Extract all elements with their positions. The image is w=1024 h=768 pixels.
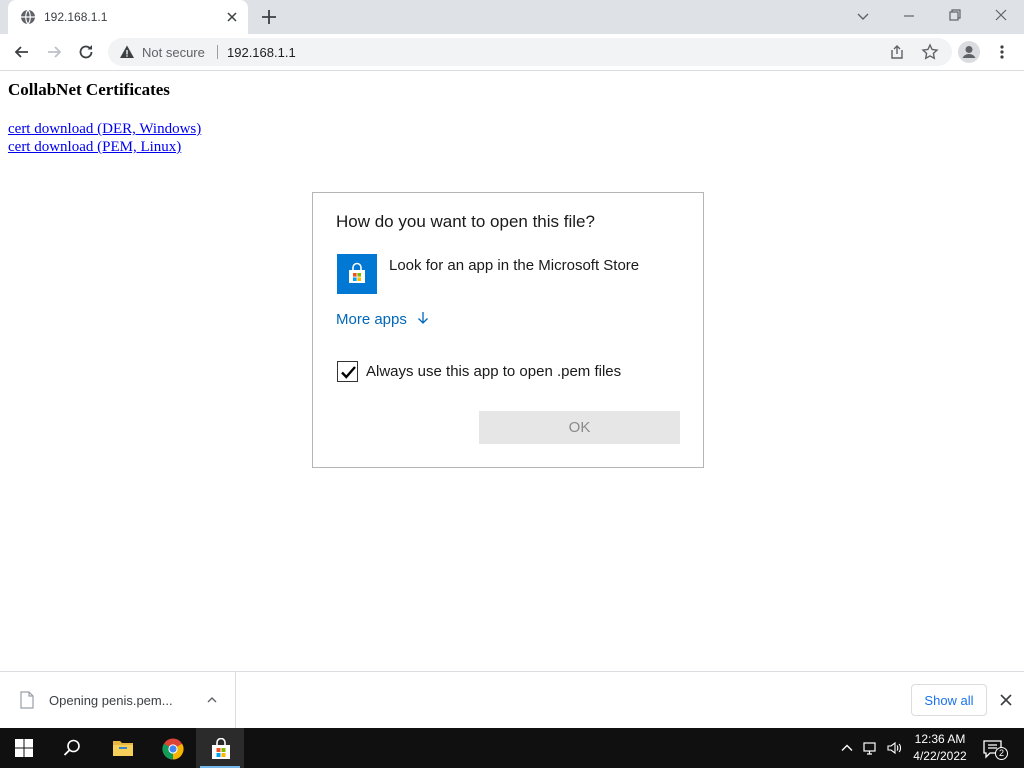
start-icon [15,739,33,757]
warning-triangle-icon[interactable] [119,44,135,60]
microsoft-store-option[interactable]: Look for an app in the Microsoft Store [337,254,677,296]
reload-icon[interactable] [76,42,96,62]
browser-toolbar: Not secure 192.168.1.1 [0,34,1024,71]
tab-close-icon[interactable] [224,9,240,25]
window-close-icon[interactable] [993,7,1009,23]
chevron-up-icon[interactable] [206,694,218,706]
close-icon[interactable] [999,693,1013,707]
download-status-text: Opening penis.pem... [49,693,173,708]
file-explorer-icon [113,741,133,756]
microsoft-store-icon [212,738,230,759]
start-button[interactable] [0,728,48,768]
cert-download-der-link[interactable]: cert download (DER, Windows) [8,121,201,138]
clock-date[interactable]: 4/22/2022 [908,749,972,763]
omnibox-divider [217,45,218,59]
notification-count-badge: 2 [995,747,1008,760]
tab-strip: 192.168.1.1 [0,0,1024,34]
chrome-icon [162,738,184,760]
more-apps-link[interactable]: More apps [336,311,429,328]
profile-avatar-icon[interactable] [958,41,980,63]
window-restore-icon[interactable] [947,7,963,23]
always-use-label: Always use this app to open .pem files [366,363,622,380]
kebab-menu-icon[interactable] [994,44,1010,60]
microsoft-store-option-label: Look for an app in the Microsoft Store [389,257,640,274]
tab-title: 192.168.1.1 [44,10,108,24]
back-arrow-icon[interactable] [12,42,32,62]
share-icon[interactable] [889,44,905,60]
page-title: CollabNet Certificates [8,80,170,99]
search-icon [63,739,80,756]
new-tab-plus-icon[interactable] [260,8,278,26]
taskbar-microsoft-store[interactable] [196,728,244,768]
window-minimize-icon[interactable] [901,7,917,23]
security-status[interactable]: Not secure [142,45,205,60]
browser-tab[interactable]: 192.168.1.1 [8,0,248,34]
taskbar-search-button[interactable] [48,728,96,768]
globe-icon [21,9,35,25]
address-bar[interactable]: Not secure 192.168.1.1 [108,38,952,66]
microsoft-store-icon [337,254,377,294]
url-text[interactable]: 192.168.1.1 [227,45,296,60]
tab-search-chevron-icon[interactable] [855,8,871,24]
forward-arrow-icon[interactable] [44,42,64,62]
network-icon[interactable] [862,740,878,756]
volume-icon[interactable] [886,740,902,756]
ok-button[interactable]: OK [479,411,680,444]
checkmark-icon [341,366,356,379]
always-use-checkbox[interactable] [337,361,358,382]
taskbar-file-explorer[interactable] [98,728,146,768]
download-item[interactable]: Opening penis.pem... [0,672,236,728]
cert-download-pem-link[interactable]: cert download (PEM, Linux) [8,139,181,156]
taskbar-chrome[interactable] [148,728,196,768]
chevron-up-icon[interactable] [839,740,855,756]
dialog-title: How do you want to open this file? [336,212,595,231]
clock-time[interactable]: 12:36 AM [912,732,968,746]
open-with-dialog: How do you want to open this file? Look … [312,192,704,468]
download-shelf: Opening penis.pem... Show all [0,671,1024,728]
arrow-down-icon [418,312,429,324]
show-all-button[interactable]: Show all [911,684,987,716]
bookmark-star-icon[interactable] [921,43,939,61]
file-icon [20,691,34,709]
taskbar: 12:36 AM 4/22/2022 2 [0,728,1024,768]
more-apps-label: More apps [336,311,407,328]
